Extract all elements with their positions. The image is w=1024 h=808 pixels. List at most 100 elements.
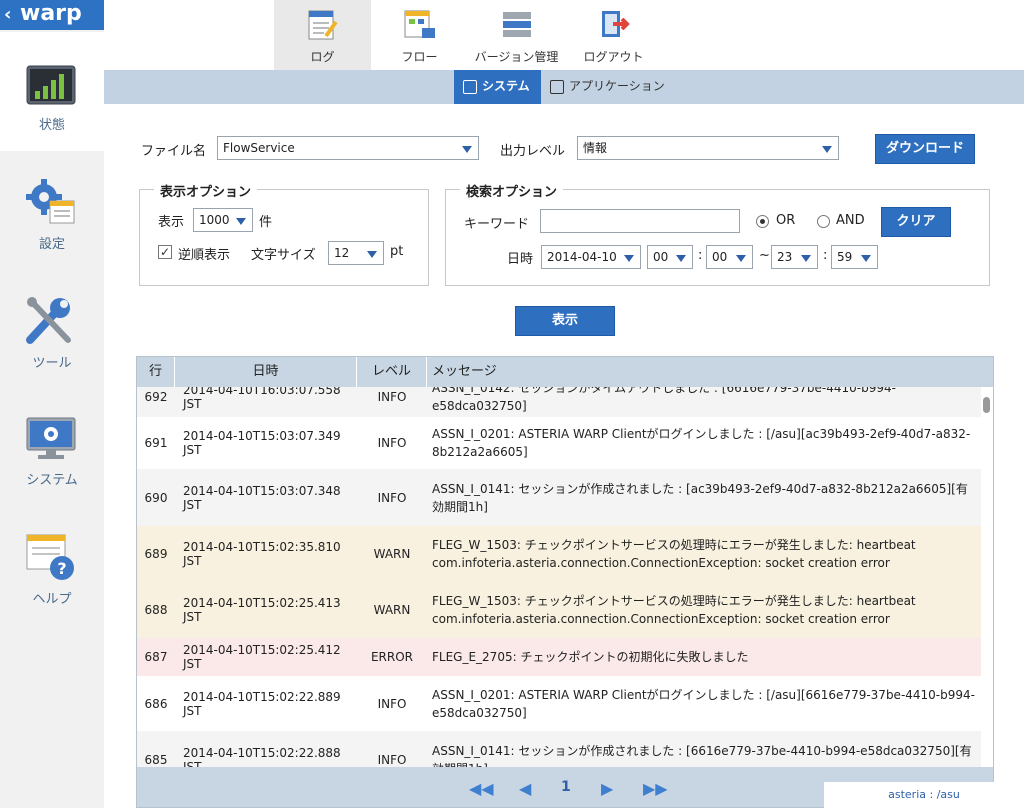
to-minute-select[interactable]: 59 [831, 245, 878, 269]
user-info: asteria : /asu [824, 782, 1024, 808]
toolbar-logout[interactable]: ログアウト [565, 0, 662, 70]
search-options-legend: 検索オプション [460, 181, 564, 200]
cell-level: WARN [373, 547, 411, 561]
log-table: 行 日時 レベル メッセージ 692 2014-04-10T16:03:07.5… [136, 356, 994, 808]
keyword-input[interactable] [540, 209, 740, 233]
and-radio[interactable] [817, 215, 830, 228]
chevron-down-icon [676, 255, 686, 262]
cell-row-no: 690 [144, 490, 168, 505]
sidebar-item-status[interactable]: 状態 [0, 32, 104, 151]
table-row[interactable]: 685 2014-04-10T15:02:22.888 JST INFO ASS… [137, 731, 981, 767]
count-select[interactable]: 1000 [193, 208, 253, 232]
prev-page-icon[interactable]: ◀ [519, 779, 531, 798]
reverse-checkbox[interactable]: ✓ [158, 245, 172, 259]
sidebar-item-label: ツール [32, 356, 72, 371]
next-page-icon[interactable]: ▶ [601, 779, 613, 798]
tab-label: アプリケーション [569, 79, 665, 93]
column-header-level[interactable]: レベル [357, 357, 427, 387]
cell-level: INFO [377, 753, 407, 767]
cell-message: FLEG_W_1503: チェックポイントサービスの処理時にエラーが発生しました… [432, 538, 916, 570]
cell-row-no: 687 [144, 650, 168, 664]
cell-row-no: 692 [144, 390, 168, 404]
show-button[interactable]: 表示 [515, 306, 615, 336]
sidebar-item-settings[interactable]: 設定 [0, 151, 104, 270]
or-radio[interactable] [756, 215, 769, 228]
from-hour-select[interactable]: 00 [647, 245, 693, 269]
to-hour-value: 23 [777, 250, 793, 264]
first-page-icon[interactable]: ◀◀ [469, 779, 494, 798]
logo[interactable]: ‹ warp [0, 0, 104, 30]
svg-text:?: ? [57, 559, 66, 578]
status-chart-icon [26, 65, 76, 105]
date-select[interactable]: 2014-04-10 [541, 245, 641, 269]
count-select-value: 1000 [199, 213, 230, 227]
search-options-group: 検索オプション [445, 181, 990, 286]
logout-icon [602, 11, 630, 37]
cell-row-no: 686 [144, 696, 168, 711]
flow-icon [404, 10, 435, 38]
to-hour-select[interactable]: 23 [771, 245, 818, 269]
level-select-value: 情報 [583, 141, 608, 155]
table-row[interactable]: 688 2014-04-10T15:02:25.413 JST WARN FLE… [137, 582, 981, 638]
font-size-unit: pt [390, 244, 404, 259]
download-button[interactable]: ダウンロード [875, 134, 975, 164]
table-row[interactable]: 691 2014-04-10T15:03:07.349 JST INFO ASS… [137, 417, 981, 469]
level-select[interactable]: 情報 [577, 136, 839, 160]
display-options-group: 表示オプション [139, 181, 429, 286]
sidebar-item-help[interactable]: ? ヘルプ [0, 508, 104, 627]
level-label: 出力レベル [500, 144, 566, 159]
or-label: OR [776, 213, 796, 228]
sidebar-item-tools[interactable]: ツール [0, 270, 104, 389]
table-row[interactable]: 686 2014-04-10T15:02:22.889 JST INFO ASS… [137, 676, 981, 731]
table-header: 行 日時 レベル メッセージ [137, 357, 993, 387]
cell-datetime: 2014-04-10T15:03:07.349 JST [183, 429, 341, 457]
cell-row-no: 689 [144, 547, 168, 561]
chevron-down-icon [236, 218, 246, 225]
sidebar-item-system[interactable]: システム [0, 389, 104, 508]
cell-level: WARN [373, 603, 411, 617]
toolbar-label: ログアウト [583, 50, 644, 64]
from-minute-select[interactable]: 00 [706, 245, 753, 269]
table-row[interactable]: 689 2014-04-10T15:02:35.810 JST WARN FLE… [137, 526, 981, 582]
sidebar-item-label: ヘルプ [32, 592, 72, 607]
cell-message: ASSN_I_0201: ASTERIA WARP Clientがログインしまし… [432, 427, 971, 459]
toolbar-label: ログ [310, 50, 335, 64]
clear-button[interactable]: クリア [881, 207, 951, 237]
cell-datetime: 2014-04-10T16:03:07.558 JST [183, 387, 341, 411]
cell-message: FLEG_E_2705: チェックポイントの初期化に失敗しました [432, 650, 749, 664]
sidebar-item-label: 状態 [38, 118, 65, 133]
toolbar-flow[interactable]: フロー [371, 0, 468, 70]
chevron-left-icon: ‹ [4, 4, 12, 25]
display-options-legend: 表示オプション [154, 181, 258, 200]
table-row[interactable]: 692 2014-04-10T16:03:07.558 JST INFO ASS… [137, 387, 981, 417]
cell-message: ASSN_I_0142: セッションがタイムアウトしました : [6616e77… [432, 387, 896, 413]
column-header-message[interactable]: メッセージ [427, 357, 993, 387]
font-size-select-value: 12 [334, 246, 350, 260]
cell-row-no: 685 [144, 753, 168, 767]
cell-datetime: 2014-04-10T15:02:22.889 JST [183, 689, 341, 718]
current-page: 1 [561, 779, 571, 795]
toolbar-version-control[interactable]: バージョン管理 [468, 0, 565, 70]
scrollbar-thumb[interactable] [983, 397, 990, 413]
to-minute-value: 59 [837, 250, 853, 264]
table-body: 692 2014-04-10T16:03:07.558 JST INFO ASS… [137, 387, 981, 767]
settings-gear-icon [26, 179, 75, 224]
tab-system[interactable]: システム [454, 70, 541, 104]
table-scrollbar[interactable] [981, 387, 993, 767]
table-row[interactable]: 687 2014-04-10T15:02:25.412 JST ERROR FL… [137, 638, 981, 676]
font-size-select[interactable]: 12 [328, 241, 384, 265]
count-unit: 件 [259, 215, 273, 230]
cell-message: ASSN_I_0141: セッションが作成されました : [ac39b493-2… [432, 481, 968, 514]
column-header-datetime[interactable]: 日時 [175, 357, 357, 387]
file-select[interactable]: FlowService [217, 136, 479, 160]
date-select-value: 2014-04-10 [547, 250, 617, 264]
table-row[interactable]: 690 2014-04-10T15:03:07.348 JST INFO ASS… [137, 469, 981, 526]
cell-message: FLEG_W_1503: チェックポイントサービスの処理時にエラーが発生しました… [432, 594, 916, 626]
logo-text: warp [20, 1, 82, 26]
chevron-down-icon [367, 251, 377, 258]
tab-application[interactable]: アプリケーション [541, 70, 681, 104]
last-page-icon[interactable]: ▶▶ [643, 779, 668, 798]
toolbar-log[interactable]: ログ [274, 0, 371, 70]
column-header-row-no[interactable]: 行 [137, 357, 175, 387]
sidebar-item-label: システム [26, 473, 78, 488]
